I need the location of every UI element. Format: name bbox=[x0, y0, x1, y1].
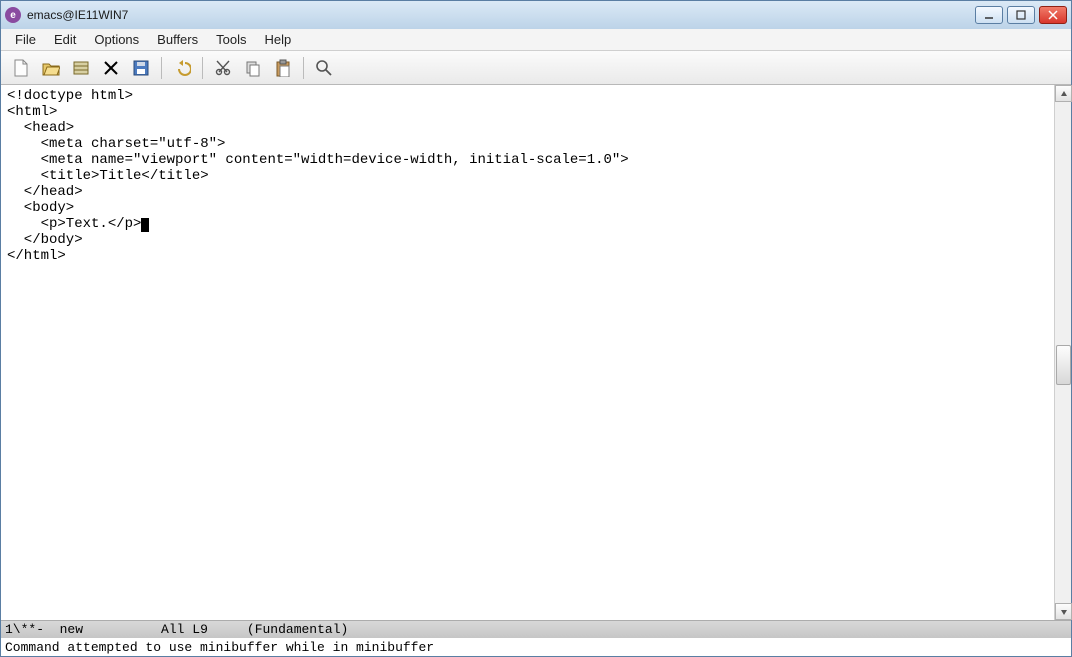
scrollbar-thumb[interactable] bbox=[1056, 345, 1071, 385]
modeline[interactable]: 1\**- new All L9 (Fundamental) bbox=[1, 620, 1071, 638]
editor-area: <!doctype html> <html> <head> <meta char… bbox=[1, 85, 1071, 620]
toolbar-separator bbox=[161, 57, 162, 79]
save-icon[interactable] bbox=[127, 55, 155, 81]
vertical-scrollbar[interactable] bbox=[1054, 85, 1071, 620]
toolbar-separator bbox=[303, 57, 304, 79]
menu-help[interactable]: Help bbox=[256, 30, 299, 49]
emacs-window: e emacs@IE11WIN7 File Edit Options Buffe… bbox=[0, 0, 1072, 657]
text-cursor bbox=[141, 218, 149, 232]
modeline-mode: (Fundamental) bbox=[247, 622, 348, 637]
open-file-icon[interactable] bbox=[37, 55, 65, 81]
minibuffer-message: Command attempted to use minibuffer whil… bbox=[5, 640, 434, 655]
search-icon[interactable] bbox=[310, 55, 338, 81]
modeline-buffer: new bbox=[60, 622, 83, 637]
menu-edit[interactable]: Edit bbox=[46, 30, 84, 49]
cut-icon[interactable] bbox=[209, 55, 237, 81]
window-controls bbox=[975, 6, 1067, 24]
minimize-button[interactable] bbox=[975, 6, 1003, 24]
emacs-app-icon: e bbox=[5, 7, 21, 23]
toolbar bbox=[1, 51, 1071, 85]
text-editor[interactable]: <!doctype html> <html> <head> <meta char… bbox=[1, 85, 1054, 620]
close-button[interactable] bbox=[1039, 6, 1067, 24]
window-title: emacs@IE11WIN7 bbox=[27, 8, 128, 22]
dired-icon[interactable] bbox=[67, 55, 95, 81]
minibuffer[interactable]: Command attempted to use minibuffer whil… bbox=[1, 638, 1071, 656]
menu-options[interactable]: Options bbox=[86, 30, 147, 49]
kill-buffer-icon[interactable] bbox=[97, 55, 125, 81]
copy-icon[interactable] bbox=[239, 55, 267, 81]
modeline-line: L9 bbox=[192, 622, 208, 637]
paste-icon[interactable] bbox=[269, 55, 297, 81]
scroll-down-arrow[interactable] bbox=[1055, 603, 1072, 620]
modeline-position: All bbox=[161, 622, 184, 637]
scroll-up-arrow[interactable] bbox=[1055, 85, 1072, 102]
maximize-button[interactable] bbox=[1007, 6, 1035, 24]
new-file-icon[interactable] bbox=[7, 55, 35, 81]
menubar: File Edit Options Buffers Tools Help bbox=[1, 29, 1071, 51]
toolbar-separator bbox=[202, 57, 203, 79]
titlebar[interactable]: e emacs@IE11WIN7 bbox=[1, 1, 1071, 29]
undo-icon[interactable] bbox=[168, 55, 196, 81]
modeline-modified: 1\**- bbox=[5, 622, 44, 637]
menu-tools[interactable]: Tools bbox=[208, 30, 254, 49]
menu-file[interactable]: File bbox=[7, 30, 44, 49]
menu-buffers[interactable]: Buffers bbox=[149, 30, 206, 49]
